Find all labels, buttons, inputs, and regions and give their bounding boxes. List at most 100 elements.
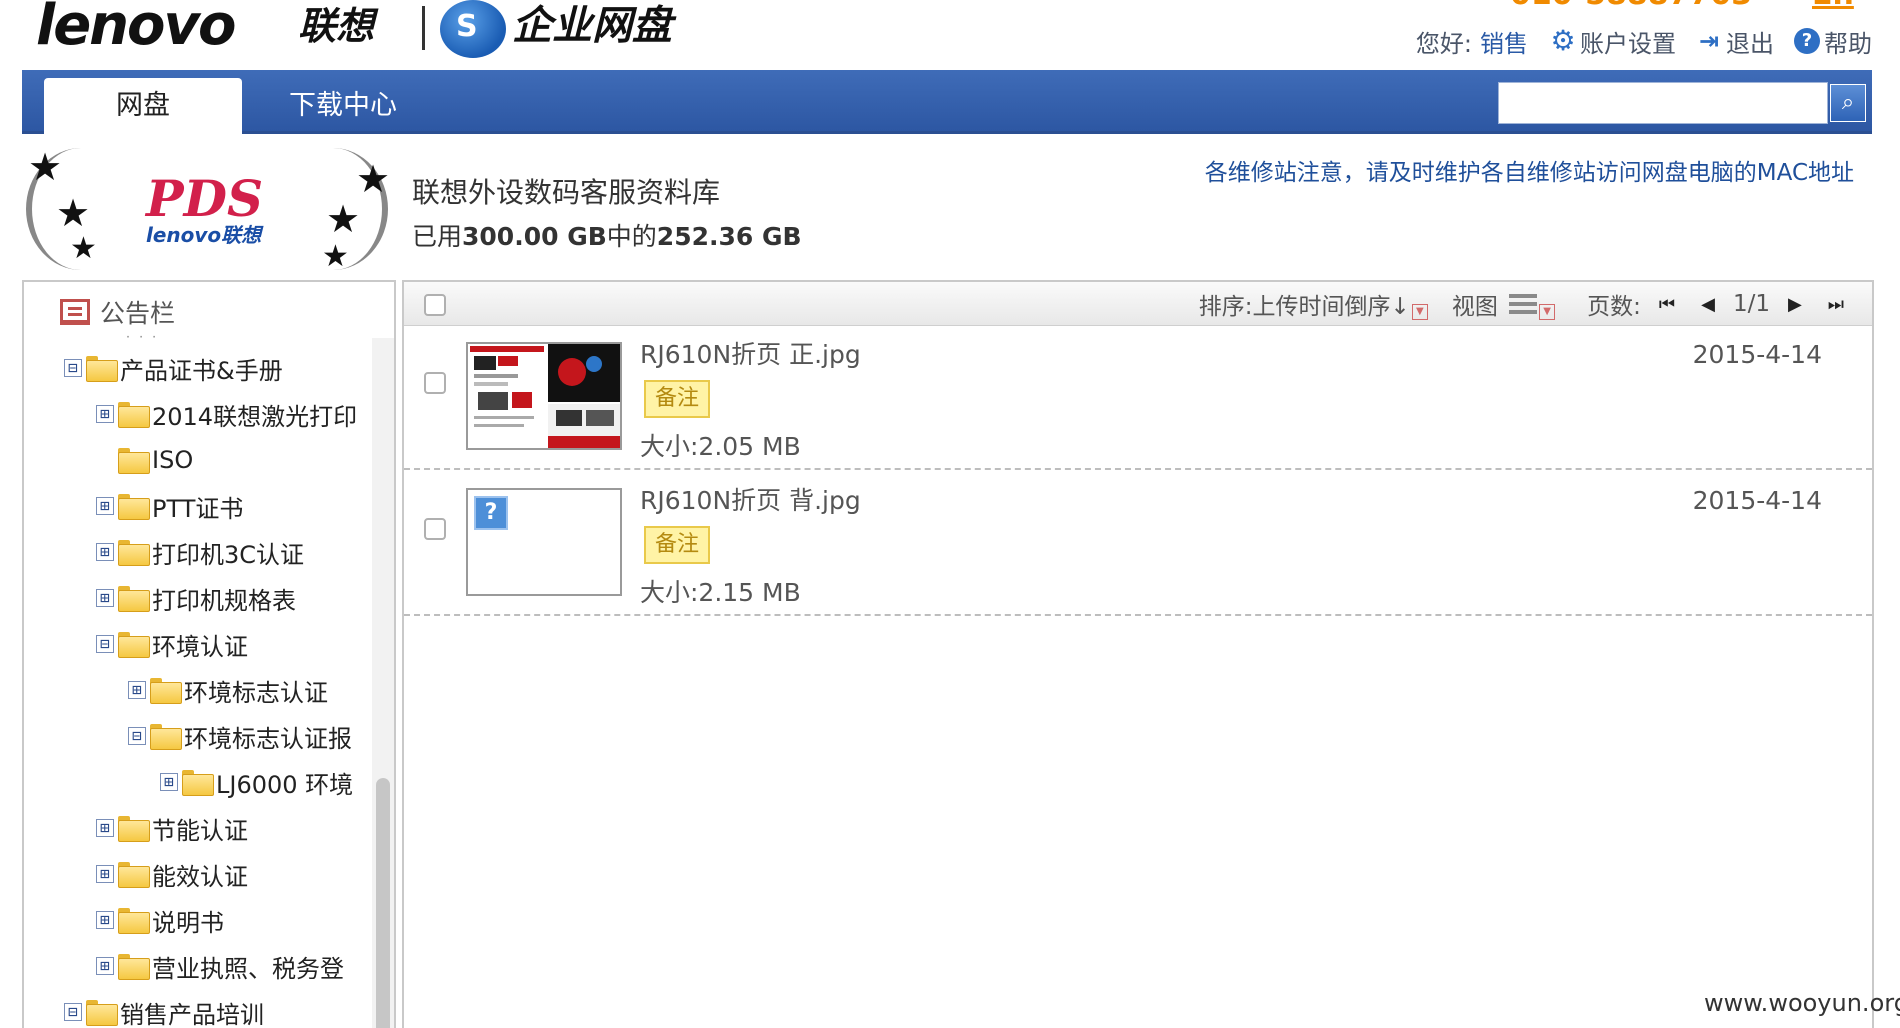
file-checkbox[interactable] <box>424 372 446 394</box>
folder-tree-item[interactable]: ⊞ 打印机规格表 <box>96 578 296 618</box>
last-page-icon[interactable]: ⏭ <box>1820 294 1852 315</box>
folder-icon <box>86 356 118 382</box>
folder-label: 2014联想激光打印 <box>152 402 358 431</box>
collapse-icon[interactable]: ⊟ <box>96 635 114 653</box>
folder-tree-item[interactable]: ⊞ 打印机3C认证 <box>96 532 304 572</box>
file-toolbar: 排序:上传时间倒序↓ ▼ 视图 ▼ 页数: ⏮ ◀ 1/1 ▶ ⏭ <box>404 282 1872 326</box>
file-size: 大小:2.15 MB <box>640 578 801 607</box>
folder-tree-item[interactable]: ⊟ 产品证书&手册 <box>64 348 283 388</box>
image-preview-graphic <box>468 344 620 448</box>
sort-label: 排序:上传时间倒序↓ <box>1198 294 1410 320</box>
bulletin-board-label: 公告栏 <box>100 299 176 328</box>
folder-icon <box>150 724 182 750</box>
collapse-icon[interactable]: ⊟ <box>64 1003 82 1021</box>
usage-prefix: 已用 <box>412 222 463 251</box>
folder-tree-item[interactable]: ⊞ LJ6000 环境 <box>160 762 353 802</box>
folder-tree-item[interactable]: ⊞ 营业执照、税务登 <box>96 946 344 986</box>
file-date: 2015-4-14 <box>1692 486 1822 515</box>
search-button[interactable]: ⌕ <box>1830 84 1866 122</box>
star-icon: ★ <box>322 239 349 274</box>
toolbar-controls: 排序:上传时间倒序↓ ▼ 视图 ▼ 页数: ⏮ ◀ 1/1 ▶ ⏭ <box>1199 282 1852 326</box>
file-name[interactable]: RJ610N折页 背.jpg <box>640 486 861 516</box>
logout-link[interactable]: ⇥ 退出 <box>1696 24 1774 59</box>
folder-icon <box>150 678 182 704</box>
folder-label: PTT证书 <box>152 494 244 523</box>
folder-label: 环境标志认证报 <box>184 724 352 753</box>
image-preview-thumbnail[interactable] <box>466 342 622 450</box>
bulletin-board-link[interactable]: 公告栏 <box>60 296 175 328</box>
folder-tree-item[interactable]: ⊞ 2014联想激光打印 <box>96 394 357 434</box>
expand-icon[interactable]: ⊞ <box>128 681 146 699</box>
file-name[interactable]: RJ610N折页 正.jpg <box>640 340 861 370</box>
folder-tree: ⊟ 产品证书&手册 ⊞ 2014联想激光打印 ISO ⊞ PTT证书 ⊞ 打印机3C认证 ⊞ 打印机… <box>24 338 364 1028</box>
star-icon: ★ <box>56 191 91 235</box>
usage-used: 252.36 GB <box>656 222 802 251</box>
folder-label: LJ6000 环境 <box>216 770 354 799</box>
expand-icon[interactable]: ⊞ <box>160 773 178 791</box>
folder-tree-item[interactable]: ⊟ 环境认证 <box>96 624 248 664</box>
expand-icon[interactable]: ⊞ <box>96 589 114 607</box>
expand-icon[interactable]: ⊞ <box>96 957 114 975</box>
folder-label: 打印机3C认证 <box>152 540 305 569</box>
username-link[interactable]: 销售 <box>1480 24 1528 59</box>
product-title: 企业网盘 <box>512 3 672 49</box>
select-all-checkbox[interactable] <box>424 294 446 316</box>
collapse-icon[interactable]: ⊟ <box>128 727 146 745</box>
search-input[interactable] <box>1503 87 1817 121</box>
view-label: 视图 <box>1451 294 1498 320</box>
folder-tree-item[interactable]: ⊟ 销售产品培训 <box>64 992 264 1028</box>
view-dropdown[interactable]: 视图 ▼ <box>1451 287 1556 321</box>
dropdown-arrow-icon: ▼ <box>1411 304 1428 320</box>
expand-icon[interactable]: ⊞ <box>96 405 114 423</box>
pds-logo-subtext: lenovo联想 <box>146 223 262 247</box>
next-page-icon[interactable]: ▶ <box>1780 294 1810 315</box>
folder-tree-item[interactable]: ISO <box>96 440 193 480</box>
folder-icon <box>118 908 150 934</box>
folder-tree-item[interactable]: ⊟ 环境标志认证报 <box>128 716 352 756</box>
expand-icon[interactable]: ⊞ <box>96 865 114 883</box>
library-title: 联想外设数码客服资料库 <box>412 176 721 209</box>
folder-icon <box>118 862 150 888</box>
file-checkbox[interactable] <box>424 518 446 540</box>
note-button[interactable]: 备注 <box>644 380 710 418</box>
account-settings-label: 账户设置 <box>1580 29 1676 58</box>
pds-banner: ★ ★ ★ ★ ★ ★ PDS lenovo联想 <box>26 148 390 274</box>
tab-cloud-disk[interactable]: 网盘 <box>44 78 242 134</box>
help-label: 帮助 <box>1824 29 1872 58</box>
prev-page-icon[interactable]: ◀ <box>1693 294 1723 315</box>
sidebar-scrollbar[interactable] <box>372 338 394 1028</box>
expand-icon[interactable]: ⊞ <box>96 497 114 515</box>
file-row[interactable]: RJ610N折页 正.jpg 2015-4-14 备注 大小:2.05 MB <box>404 326 1872 470</box>
folder-tree-item[interactable]: ⊞ 节能认证 <box>96 808 248 848</box>
folder-tree-item[interactable]: ⊞ PTT证书 <box>96 486 243 526</box>
file-date: 2015-4-14 <box>1692 340 1822 369</box>
sidebar-scrollbar-thumb[interactable] <box>376 778 390 1028</box>
expand-icon[interactable]: ⊞ <box>96 911 114 929</box>
unknown-file-thumbnail[interactable]: ? <box>466 488 622 596</box>
folder-icon <box>118 494 150 520</box>
folder-icon <box>118 954 150 980</box>
expand-icon[interactable]: ⊞ <box>96 543 114 561</box>
note-button[interactable]: 备注 <box>644 526 710 564</box>
folder-icon <box>118 586 150 612</box>
help-icon: ? <box>1794 28 1820 54</box>
file-size: 大小:2.05 MB <box>640 432 801 461</box>
account-settings-link[interactable]: ⚙ 账户设置 <box>1550 24 1676 59</box>
collapse-icon[interactable]: ⊟ <box>64 359 82 377</box>
sort-dropdown[interactable]: 排序:上传时间倒序↓ ▼ <box>1199 287 1428 321</box>
folder-label: 节能认证 <box>152 816 248 845</box>
folder-tree-item[interactable]: ⊞ 说明书 <box>96 900 224 940</box>
folder-icon <box>86 1000 118 1026</box>
help-link[interactable]: ? 帮助 <box>1794 24 1872 59</box>
folder-label: 打印机规格表 <box>152 586 296 615</box>
folder-icon <box>118 448 150 474</box>
storage-usage: 已用300.00 GB中的252.36 GB <box>412 222 802 252</box>
folder-tree-item[interactable]: ⊞ 能效认证 <box>96 854 248 894</box>
tab-download-center[interactable]: 下载中心 <box>268 78 418 134</box>
first-page-icon[interactable]: ⏮ <box>1651 294 1683 315</box>
file-row[interactable]: ? RJ610N折页 背.jpg 2015-4-14 备注 大小:2.15 MB <box>404 472 1872 616</box>
search-box <box>1498 82 1828 124</box>
language-link[interactable]: En <box>1812 0 1854 10</box>
folder-tree-item[interactable]: ⊞ 环境标志认证 <box>128 670 328 710</box>
expand-icon[interactable]: ⊞ <box>96 819 114 837</box>
